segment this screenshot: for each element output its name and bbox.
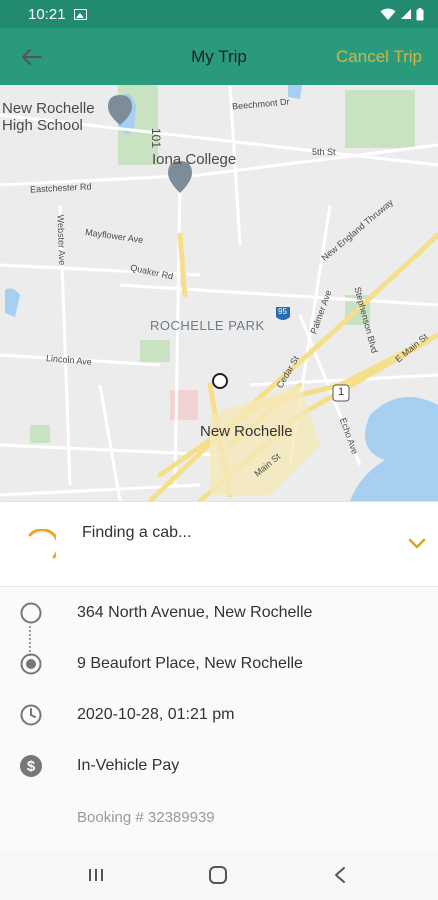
arrow-left-icon bbox=[22, 49, 42, 65]
pickup-circle-icon bbox=[20, 602, 42, 624]
map-label-95: 95 bbox=[278, 307, 287, 316]
map-label-rochelle-park: ROCHELLE PARK bbox=[150, 318, 265, 333]
map-label-iona: Iona College bbox=[152, 151, 237, 168]
cancel-trip-button[interactable]: Cancel Trip bbox=[336, 28, 422, 85]
app-bar: My Trip Cancel Trip bbox=[0, 28, 438, 85]
status-time: 10:21 bbox=[28, 5, 66, 23]
trip-status-panel[interactable]: Finding a cab... bbox=[0, 502, 438, 587]
pickup-row: 364 North Avenue, New Rochelle bbox=[0, 593, 438, 633]
status-bar: 10:21 bbox=[0, 0, 438, 28]
map-label-new-rochelle-hs: New Rochelle High School bbox=[2, 100, 95, 134]
dropoff-target-icon bbox=[20, 653, 42, 675]
recent-apps-button[interactable] bbox=[83, 862, 109, 888]
spinner-icon bbox=[28, 529, 56, 559]
datetime-row: 2020-10-28, 01:21 pm bbox=[0, 695, 438, 735]
home-icon bbox=[209, 866, 227, 884]
pickup-address: 364 North Avenue, New Rochelle bbox=[77, 604, 313, 621]
pickup-marker[interactable] bbox=[212, 373, 228, 389]
payment-method: In-Vehicle Pay bbox=[77, 757, 180, 774]
svg-text:$: $ bbox=[27, 758, 36, 775]
chevron-down-icon[interactable] bbox=[407, 537, 427, 551]
dropoff-row: 9 Beaufort Place, New Rochelle bbox=[0, 644, 438, 684]
map-label-us-1: 1 bbox=[338, 386, 345, 398]
trip-status-text: Finding a cab... bbox=[82, 524, 192, 541]
trip-datetime: 2020-10-28, 01:21 pm bbox=[77, 706, 235, 723]
battery-icon bbox=[416, 7, 424, 20]
map-label-webster: Webster Ave bbox=[55, 214, 68, 266]
clock-icon bbox=[20, 704, 42, 726]
signal-icon bbox=[401, 9, 411, 19]
home-button[interactable] bbox=[205, 862, 231, 888]
recent-apps-icon bbox=[89, 869, 103, 881]
dollar-icon: $ bbox=[20, 755, 42, 777]
wifi-icon bbox=[380, 8, 396, 20]
booking-number: Booking # 32389939 bbox=[77, 809, 215, 826]
dropoff-address: 9 Beaufort Place, New Rochelle bbox=[77, 655, 303, 672]
payment-row: $ In-Vehicle Pay bbox=[0, 746, 438, 786]
map-label-new-rochelle: New Rochelle bbox=[200, 423, 293, 440]
trip-details-sheet: Finding a cab... 364 North Avenue, New R… bbox=[0, 501, 438, 850]
map[interactable]: New Rochelle High School Iona College RO… bbox=[0, 85, 438, 501]
system-nav-bar bbox=[0, 850, 438, 900]
back-button[interactable] bbox=[18, 43, 46, 71]
back-icon bbox=[335, 867, 345, 883]
map-label-101: 101 bbox=[149, 127, 164, 149]
map-label-5th-st: 5th St bbox=[312, 147, 336, 157]
nav-back-button[interactable] bbox=[327, 862, 353, 888]
image-icon bbox=[73, 8, 87, 20]
